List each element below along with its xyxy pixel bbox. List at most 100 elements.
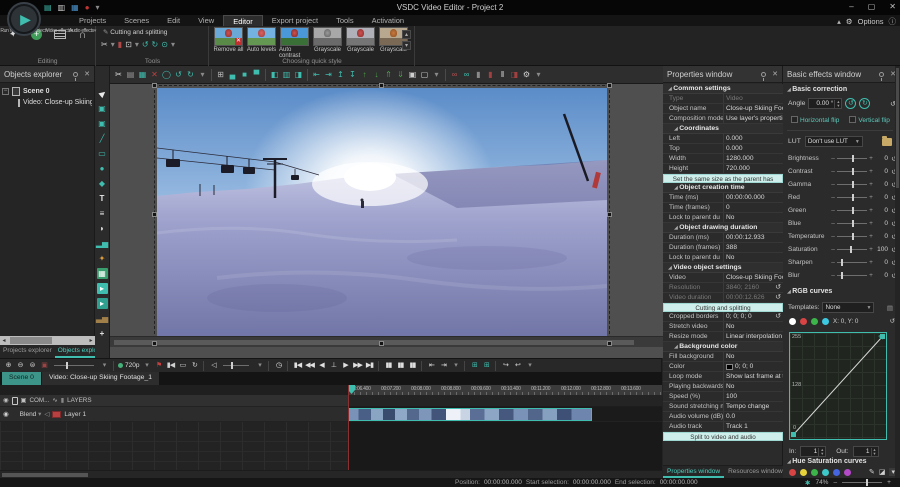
slider-thumb[interactable] <box>852 194 854 201</box>
slider-minus[interactable]: – <box>830 233 836 240</box>
stop-icon[interactable]: ⊥ <box>328 360 338 372</box>
property-row[interactable]: Video Close-up Skiing Foo <box>663 273 783 283</box>
slider-track[interactable] <box>837 168 867 175</box>
marker-flag-icon[interactable]: ⚑ <box>153 360 163 372</box>
video-effects-button[interactable]: Video effects▾ <box>46 27 73 41</box>
minimize-button[interactable]: – <box>849 2 853 11</box>
cutting-tool-icon[interactable]: ✂ <box>101 40 108 49</box>
channel-dot[interactable] <box>822 318 829 325</box>
align-center-icon[interactable]: ▥ <box>281 67 292 83</box>
align-middle-icon[interactable]: ■ <box>239 67 250 83</box>
zoom-in-icon[interactable]: ⊕ <box>3 360 13 372</box>
animation-tool-icon[interactable]: ✦ <box>97 253 108 264</box>
waveform-icon[interactable]: ∿ <box>52 397 57 404</box>
property-row[interactable]: Audio track Track 1 <box>663 422 783 432</box>
lock-icon[interactable] <box>11 396 18 405</box>
group-icon[interactable]: ▣ <box>407 67 418 83</box>
close-button[interactable]: ✕ <box>889 2 896 11</box>
copy-icon[interactable]: ▤ <box>125 67 136 83</box>
menu-tab-edit[interactable]: Edit <box>158 15 189 26</box>
slider-thumb[interactable] <box>852 168 854 175</box>
vertical-flip-checkbox[interactable]: Vertical flip <box>849 116 890 124</box>
property-value[interactable]: No <box>723 213 783 222</box>
property-row[interactable]: Top 0.000 <box>663 144 783 154</box>
dropdown-icon[interactable]: ▾ <box>524 360 534 372</box>
blend-mode-select[interactable]: Blend ▾ <box>20 410 42 418</box>
hue-dot[interactable] <box>833 468 840 476</box>
dropdown-icon[interactable]: ▾ <box>99 360 109 372</box>
new-project-icon[interactable]: ▤ <box>44 3 52 13</box>
selection-start-icon[interactable]: ⇤ <box>426 360 436 372</box>
selection-handle[interactable] <box>607 341 612 346</box>
properties-action-button[interactable]: Set the same size as the parent has <box>663 174 783 183</box>
in-input[interactable]: 1 ▴ ▾ <box>800 446 827 457</box>
pause-start-icon[interactable]: ▮▮ <box>383 360 393 372</box>
send-back-icon[interactable]: ⇓ <box>395 67 406 83</box>
properties-section-header[interactable]: Background color <box>663 342 783 352</box>
menu-tab-scenes[interactable]: Scenes <box>115 15 158 26</box>
selection-handle[interactable] <box>379 341 384 346</box>
quick-style-auto-contrast[interactable]: Auto contrast <box>279 27 310 59</box>
reset-icon[interactable]: ↺ <box>773 293 783 302</box>
dropdown-icon[interactable]: ▾ <box>533 67 544 83</box>
zoom-out-icon[interactable]: ⊖ <box>15 360 25 372</box>
property-value[interactable]: Linear interpolation <box>723 332 783 341</box>
hue-pencil-icon[interactable]: ✎ <box>869 468 875 476</box>
menu-tab-tools[interactable]: Tools <box>327 15 363 26</box>
ellipse-tool-icon[interactable]: ● <box>97 163 108 174</box>
slider-thumb[interactable] <box>852 181 854 188</box>
properties-section-header[interactable]: Object drawing duration <box>663 223 783 233</box>
dropdown-icon[interactable]: ▾ <box>135 40 139 49</box>
align-top-icon[interactable]: ▀ <box>251 67 262 83</box>
dropdown-icon[interactable]: ▾ <box>111 40 115 49</box>
volume-slider[interactable] <box>223 362 250 369</box>
timeline-hscrollbar[interactable] <box>0 470 662 478</box>
maximize-button[interactable]: ▢ <box>868 2 876 11</box>
layers-copy-icon[interactable]: ▣ <box>21 397 27 404</box>
rotate-ccw-icon[interactable]: ↺ <box>142 40 149 49</box>
canvas-hscrollbar[interactable] <box>110 336 663 347</box>
property-value[interactable]: Close-up Skiing Foota <box>723 104 783 113</box>
pin-icon[interactable] <box>73 71 79 81</box>
slider-minus[interactable]: – <box>830 181 836 188</box>
move-right-icon[interactable]: ⇥ <box>323 67 334 83</box>
property-value[interactable]: No <box>723 322 783 331</box>
hue-saturation-section[interactable]: Hue Saturation curves <box>787 458 866 465</box>
objects-hscrollbar[interactable]: ◂ ▸ <box>0 336 95 345</box>
preview-time-icon[interactable]: ◷ <box>273 360 283 372</box>
scroll-up-button[interactable]: ▴ <box>402 30 411 39</box>
menu-tab-view[interactable]: View <box>189 15 223 26</box>
audio-wave-icon[interactable]: ▃▅ <box>96 313 108 324</box>
out-input[interactable]: 1 ▴ ▾ <box>852 446 879 457</box>
scroll-down-button[interactable]: ▾ <box>402 41 411 50</box>
quick-style-grayscale[interactable]: Grayscale <box>345 27 376 59</box>
scroll-right-icon[interactable]: ▸ <box>87 337 95 344</box>
hue-dot[interactable] <box>789 468 796 476</box>
menu-tab-projects[interactable]: Projects <box>70 15 115 26</box>
close-icon[interactable]: ✕ <box>84 70 90 78</box>
duplicate-object-icon[interactable]: ▣ <box>97 118 108 129</box>
pause-end-icon[interactable]: ▮▮ <box>407 360 417 372</box>
slider-thumb[interactable] <box>852 155 854 162</box>
property-value[interactable]: 0.000 <box>723 144 783 153</box>
fast-backward-icon[interactable]: ◀◀ <box>304 360 315 372</box>
pan-tool-icon[interactable]: + <box>97 328 108 339</box>
rgb-curve-editor[interactable]: 255 128 0 ✎ <box>789 332 887 440</box>
property-row[interactable]: Resize mode Linear interpolation <box>663 332 783 342</box>
visibility-icon[interactable]: ◉ <box>3 410 9 418</box>
scrollbar-thumb[interactable] <box>10 337 52 344</box>
video-tool-icon[interactable]: ▸ <box>96 283 108 294</box>
slider-thumb[interactable] <box>66 362 68 369</box>
property-row[interactable]: Object name Close-up Skiing Foota <box>663 104 783 114</box>
property-row[interactable]: Speed (%) 100 <box>663 392 783 402</box>
zoom-fit-icon[interactable]: ⊜ <box>27 360 37 372</box>
menu-tab-export-project[interactable]: Export project <box>263 15 327 26</box>
property-value[interactable]: Video <box>723 94 783 103</box>
property-value[interactable]: 100 <box>723 392 783 401</box>
slider-track[interactable] <box>837 181 867 188</box>
property-value[interactable]: 0.000 <box>723 134 783 143</box>
slider-thumb[interactable] <box>840 259 843 266</box>
property-row[interactable]: Resolution 3840; 2160 ↺ <box>663 283 783 293</box>
slider-thumb[interactable] <box>840 272 843 279</box>
movie-tool-icon[interactable]: ▸ <box>96 298 108 309</box>
